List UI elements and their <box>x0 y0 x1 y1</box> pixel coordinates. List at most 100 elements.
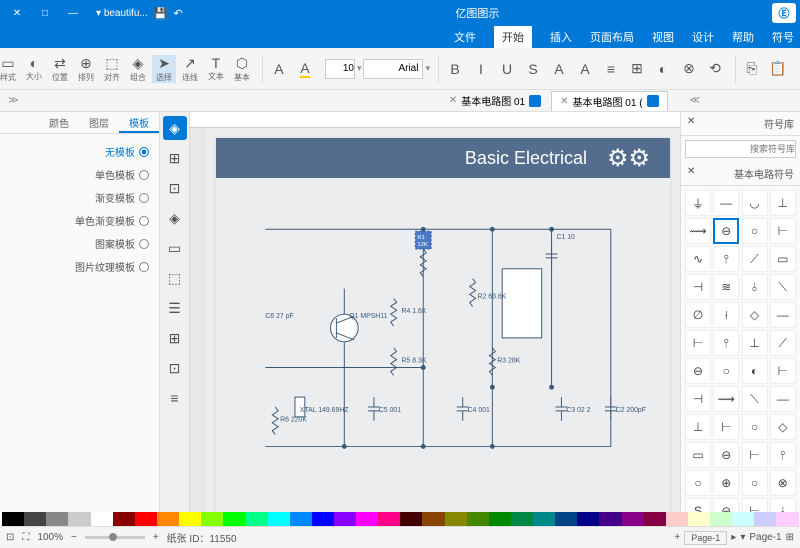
shape-35[interactable]: ◇ <box>770 414 796 440</box>
zoom-slider[interactable] <box>85 536 145 539</box>
tool-选择[interactable]: ➤选择 <box>152 55 176 83</box>
fmt-btn-3[interactable]: S <box>521 55 545 83</box>
color-swatch[interactable] <box>17 512 24 526</box>
shape-40[interactable]: ○ <box>685 470 711 496</box>
panel-close-icon[interactable]: ✕ <box>687 116 695 131</box>
color-swatch[interactable] <box>717 512 724 526</box>
color-swatch[interactable] <box>349 512 356 526</box>
color-swatch[interactable] <box>2 512 9 526</box>
shape-42[interactable]: ○ <box>742 470 768 496</box>
color-swatch[interactable] <box>179 512 186 526</box>
color-swatch[interactable] <box>496 512 503 526</box>
tool-排列[interactable]: ⊕排列 <box>74 55 98 83</box>
shape-28[interactable]: ⊣ <box>685 386 711 412</box>
close-icon[interactable]: ✕ <box>560 96 568 107</box>
color-swatch[interactable] <box>54 512 61 526</box>
canvas-area[interactable]: Basic Electrical ⚙⚙ <box>190 112 680 512</box>
color-swatch[interactable] <box>688 512 695 526</box>
color-swatch[interactable] <box>334 512 341 526</box>
color-swatch[interactable] <box>452 512 459 526</box>
color-swatch[interactable] <box>769 512 776 526</box>
color-swatch[interactable] <box>275 512 282 526</box>
shape-31[interactable]: — <box>770 386 796 412</box>
color-swatch[interactable] <box>68 512 75 526</box>
shape-21[interactable]: ⫯ <box>713 330 739 356</box>
shape-26[interactable]: ◐ <box>742 358 768 384</box>
tool-连线[interactable]: ↗连线 <box>178 55 202 83</box>
shape-27[interactable]: ⊢ <box>770 358 796 384</box>
tool-基本[interactable]: ⬡基本 <box>230 55 254 83</box>
menu-0[interactable]: 文件 <box>454 29 476 45</box>
shape-45[interactable]: ⊖ <box>713 498 739 512</box>
menu-7[interactable]: 符号 <box>772 29 794 45</box>
color-swatch[interactable] <box>511 512 518 526</box>
vtool-1[interactable]: ⊞ <box>163 146 187 170</box>
color-swatch[interactable] <box>24 512 31 526</box>
color-swatch[interactable] <box>518 512 525 526</box>
shape-0[interactable]: ⏚ <box>685 190 711 216</box>
shape-39[interactable]: ⫯ <box>770 442 796 468</box>
vtool-3[interactable]: ◈ <box>163 206 187 230</box>
color-swatch[interactable] <box>408 512 415 526</box>
tool-组合[interactable]: ◈组合 <box>126 55 150 83</box>
color-swatch[interactable] <box>260 512 267 526</box>
fmt-btn-2[interactable]: U <box>495 55 519 83</box>
color-swatch[interactable] <box>784 512 791 526</box>
document-page[interactable]: Basic Electrical ⚙⚙ <box>216 138 670 512</box>
color-swatch[interactable] <box>9 512 16 526</box>
color-swatch[interactable] <box>526 512 533 526</box>
menu-5[interactable]: 设计 <box>692 29 714 45</box>
color-swatch[interactable] <box>150 512 157 526</box>
font-select[interactable] <box>363 59 423 79</box>
color-swatch[interactable] <box>776 512 783 526</box>
color-swatch[interactable] <box>297 512 304 526</box>
shape-8[interactable]: ∿ <box>685 246 711 272</box>
color-swatch[interactable] <box>614 512 621 526</box>
menu-1[interactable]: 开始 <box>494 26 532 48</box>
color-swatch[interactable] <box>710 512 717 526</box>
color-swatch[interactable] <box>585 512 592 526</box>
highlight-btn[interactable]: A <box>293 55 317 83</box>
color-swatch[interactable] <box>459 512 466 526</box>
color-swatch[interactable] <box>577 512 584 526</box>
color-swatch[interactable] <box>371 512 378 526</box>
color-swatch[interactable] <box>32 512 39 526</box>
color-swatch[interactable] <box>415 512 422 526</box>
color-swatch[interactable] <box>622 512 629 526</box>
color-swatch[interactable] <box>290 512 297 526</box>
color-swatch[interactable] <box>563 512 570 526</box>
vtool-8[interactable]: ⊡ <box>163 356 187 380</box>
shape-7[interactable]: ⊢ <box>770 218 796 244</box>
color-swatch[interactable] <box>186 512 193 526</box>
fmt-btn-5[interactable]: A <box>573 55 597 83</box>
section-close-icon[interactable]: ✕ <box>687 166 695 181</box>
color-swatch[interactable] <box>268 512 275 526</box>
page-tab[interactable]: Page-1 <box>684 531 727 545</box>
shape-38[interactable]: ⊢ <box>742 442 768 468</box>
shape-9[interactable]: ⫯ <box>713 246 739 272</box>
vtool-4[interactable]: ▭ <box>163 236 187 260</box>
color-swatch[interactable] <box>312 512 319 526</box>
shape-47[interactable]: ⫰ <box>770 498 796 512</box>
lp-item-0[interactable]: 无模板 <box>4 140 155 163</box>
color-swatch[interactable] <box>607 512 614 526</box>
color-swatch[interactable] <box>725 512 732 526</box>
fmt-btn-9[interactable]: ⊗ <box>677 55 701 83</box>
tool-样式[interactable]: ▭样式 <box>0 55 20 83</box>
shape-29[interactable]: ⟿ <box>713 386 739 412</box>
shape-4[interactable]: ⟿ <box>685 218 711 244</box>
fmt-btn-7[interactable]: ⊞ <box>625 55 649 83</box>
shape-15[interactable]: ⟍ <box>770 274 796 300</box>
color-swatch[interactable] <box>201 512 208 526</box>
color-swatch[interactable] <box>747 512 754 526</box>
font-color-btn[interactable]: A <box>267 55 291 83</box>
min-btn[interactable]: — <box>60 3 86 23</box>
circuit-diagram[interactable]: R1 12K C1 10R2 63.6KR3 28KR4 1.6KR5 8.3K… <box>216 178 670 478</box>
color-swatch[interactable] <box>570 512 577 526</box>
lp-item-4[interactable]: 图案模板 <box>4 232 155 255</box>
color-swatch[interactable] <box>540 512 547 526</box>
color-swatch[interactable] <box>76 512 83 526</box>
vtool-9[interactable]: ≡ <box>163 386 187 410</box>
color-swatch[interactable] <box>555 512 562 526</box>
color-swatch[interactable] <box>430 512 437 526</box>
